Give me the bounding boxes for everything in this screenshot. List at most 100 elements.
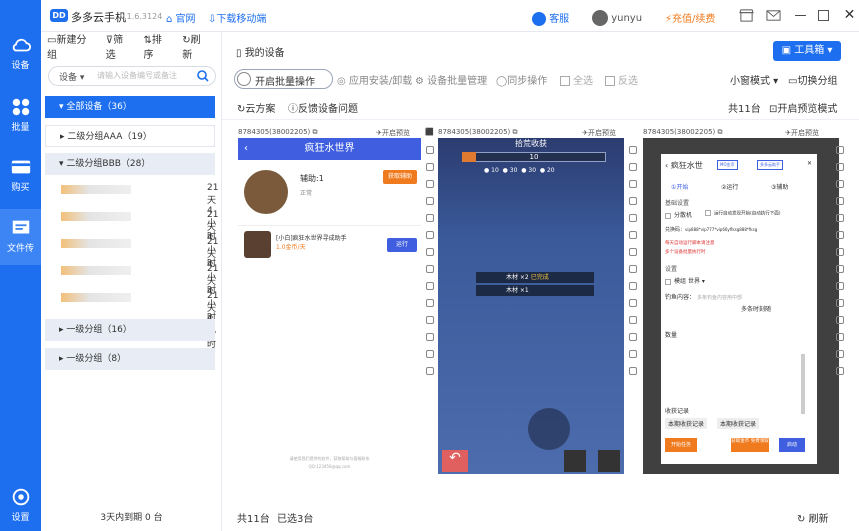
- nav-file-transfer[interactable]: 文件传: [0, 209, 41, 265]
- tool-icon[interactable]: [629, 214, 637, 222]
- list-item[interactable]: 21天4小时: [49, 204, 218, 269]
- minimize-icon[interactable]: —: [793, 8, 808, 23]
- tool-icon[interactable]: [629, 333, 637, 341]
- opt-checkbox[interactable]: 分散机: [665, 210, 692, 219]
- list-item[interactable]: 21天4小时: [49, 177, 218, 242]
- card-preview-button[interactable]: ✈开启预览: [785, 128, 819, 138]
- install-button[interactable]: ◎ 应用安装/卸载: [337, 72, 412, 87]
- sort-button[interactable]: ⇅排序: [144, 31, 177, 61]
- group-all[interactable]: ▾ 全部设备（36）: [45, 96, 215, 118]
- tool-icon[interactable]: [629, 163, 637, 171]
- download-mobile-link[interactable]: ⇩下载移动端: [208, 10, 266, 25]
- list-item[interactable]: 21天4小时: [49, 258, 218, 323]
- device-card[interactable]: 8784305(38002205) ⧉ ✈开启预览 ‹ 疯狂水世 MO金币 多多…: [643, 128, 839, 474]
- device-card[interactable]: 8784305(38002205) ⧉ ✈开启预览 ⬛ ‹ 疯狂水世界 辅助:1 正…: [238, 128, 434, 474]
- tool-icon[interactable]: [629, 299, 637, 307]
- sync-button[interactable]: ◯同步操作: [496, 72, 547, 87]
- get-coin-button[interactable]: 获取金币 免费领取: [731, 438, 769, 452]
- tool-icon[interactable]: [426, 350, 434, 358]
- store-icon[interactable]: [739, 8, 754, 23]
- nav-devices[interactable]: 设备: [0, 26, 41, 78]
- step-tab-1[interactable]: ①开始: [671, 182, 688, 191]
- record-button-2[interactable]: 本期收获记录: [717, 418, 760, 429]
- opt-checkbox[interactable]: 运行自动发现开始(自动执行下面): [705, 210, 781, 217]
- launch-button[interactable]: 启动: [779, 438, 805, 452]
- group-aaa[interactable]: ▸ 二级分组AAA（19）: [45, 125, 215, 147]
- tool-icon[interactable]: [629, 248, 637, 256]
- tool-icon[interactable]: [836, 214, 844, 222]
- back-icon[interactable]: ‹: [244, 138, 248, 160]
- run-button[interactable]: 运行: [387, 238, 417, 252]
- joystick[interactable]: [528, 408, 570, 450]
- skill-icon[interactable]: [598, 450, 620, 472]
- official-site-link[interactable]: ⌂ 官网: [166, 10, 196, 25]
- card-side-tools[interactable]: [423, 140, 437, 470]
- tool-icon[interactable]: [836, 231, 844, 239]
- invert-checkbox[interactable]: 反选: [605, 72, 638, 87]
- switch-group-button[interactable]: ▭切换分组: [788, 72, 837, 87]
- device-screen[interactable]: ‹ 疯狂水世界 辅助:1 正常 获取辅助 [小白]疯狂水世界寻成助手 1.0金币/…: [238, 138, 421, 474]
- tool-icon[interactable]: [426, 367, 434, 375]
- tool-icon[interactable]: [629, 367, 637, 375]
- filter-button[interactable]: ⊽筛选: [106, 31, 138, 61]
- tool-icon[interactable]: [629, 265, 637, 273]
- device-screen[interactable]: ‹ 疯狂水世 MO金币 多多云助手 ✕ ①开始 ②运行 ③辅助 基础设置 分散机…: [643, 138, 839, 474]
- tool-icon[interactable]: [836, 350, 844, 358]
- batch-toggle[interactable]: 开启批量操作: [234, 69, 333, 89]
- panel-close-icon[interactable]: ✕: [807, 160, 812, 167]
- card-side-tools[interactable]: [626, 140, 640, 470]
- scrollbar[interactable]: [801, 354, 805, 414]
- tool-icon[interactable]: [629, 350, 637, 358]
- tool-icon[interactable]: [629, 146, 637, 154]
- view-mode-select[interactable]: 小窗模式 ▾: [730, 72, 778, 87]
- tool-icon[interactable]: [836, 299, 844, 307]
- tab-assist[interactable]: 多多云助手: [757, 160, 783, 170]
- group-level1-a[interactable]: ▸ 一级分组（16）: [45, 319, 215, 341]
- tool-icon[interactable]: [426, 146, 434, 154]
- group-level1-b[interactable]: ▸ 一级分组（8）: [45, 348, 215, 370]
- device-screen[interactable]: 拾荒收获 10 ● 10 ● 30 ● 30 ● 20 木材 ×2 已完成 木材…: [438, 138, 624, 474]
- list-item[interactable]: 21天4小时: [49, 285, 218, 350]
- tool-icon[interactable]: [426, 316, 434, 324]
- world-select[interactable]: 世界: [688, 278, 700, 285]
- tool-icon[interactable]: [836, 333, 844, 341]
- refresh-list-button[interactable]: ↻刷新: [182, 31, 215, 61]
- tool-icon[interactable]: [629, 231, 637, 239]
- bottom-refresh-button[interactable]: ↻ 刷新: [797, 510, 829, 525]
- nav-settings[interactable]: 设置: [0, 478, 41, 530]
- new-group-button[interactable]: ▭新建分组: [47, 31, 100, 61]
- tool-icon[interactable]: [836, 180, 844, 188]
- code-value[interactable]: vip888*vip777*vip66yflksg888*fksg: [685, 227, 757, 232]
- device-card[interactable]: 8784305(38002205) ⧉ ✈开启预览 拾荒收获 10 ● 10 ●…: [438, 128, 629, 474]
- nav-buy[interactable]: 购买: [0, 148, 41, 200]
- tool-icon[interactable]: [426, 231, 434, 239]
- back-arrow-icon[interactable]: ↶: [442, 450, 468, 472]
- tool-icon[interactable]: [426, 163, 434, 171]
- step-tab-2[interactable]: ②运行: [721, 182, 738, 191]
- tool-icon[interactable]: [426, 265, 434, 273]
- start-task-button[interactable]: 开始任务: [665, 438, 697, 452]
- feedback-button[interactable]: ⓘ反馈设备问题: [288, 100, 358, 115]
- search-input[interactable]: 请输入设备编号或备注: [97, 70, 177, 81]
- tool-icon[interactable]: [629, 316, 637, 324]
- select-all-checkbox[interactable]: 全选: [560, 72, 593, 87]
- tool-icon[interactable]: [426, 333, 434, 341]
- batch-mgmt-button[interactable]: ⚙ 设备批量管理: [415, 72, 487, 87]
- recharge-button[interactable]: ⚡充值/续费: [665, 10, 715, 25]
- tool-icon[interactable]: [426, 282, 434, 290]
- tool-icon[interactable]: [836, 282, 844, 290]
- tool-icon[interactable]: [426, 180, 434, 188]
- search-icon[interactable]: [197, 70, 209, 82]
- tool-icon[interactable]: [836, 163, 844, 171]
- tool-icon[interactable]: [629, 180, 637, 188]
- fish-select[interactable]: 多条时刻随: [741, 304, 771, 313]
- mode-row[interactable]: 模组 世界 ▾: [665, 276, 705, 285]
- get-assist-button[interactable]: 获取辅助: [383, 170, 417, 184]
- customer-service-button[interactable]: 客服: [532, 10, 569, 26]
- tool-icon[interactable]: [836, 146, 844, 154]
- tool-icon[interactable]: [836, 265, 844, 273]
- tool-icon[interactable]: [426, 197, 434, 205]
- mail-icon[interactable]: [766, 8, 781, 23]
- user-button[interactable]: yunyu: [592, 10, 642, 26]
- preview-mode-button[interactable]: ⊡开启预览模式: [769, 100, 837, 115]
